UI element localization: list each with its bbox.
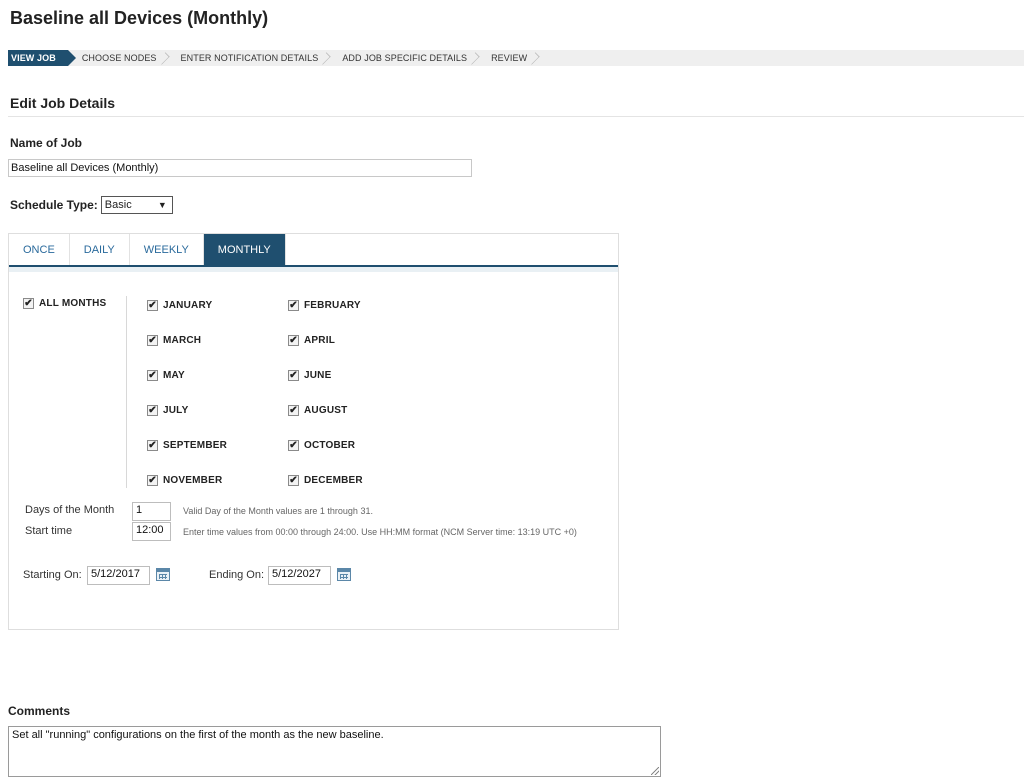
calendar-icon[interactable] [156, 568, 170, 581]
all-months-option[interactable]: ✔ ALL MONTHS [23, 298, 106, 309]
month-label: JUNE [304, 370, 332, 381]
month-label: DECEMBER [304, 475, 363, 486]
resize-grip-icon[interactable] [651, 767, 659, 775]
tab-once[interactable]: ONCE [9, 234, 70, 265]
days-of-month-label: Days of the Month [25, 504, 115, 516]
schedule-panel: ONCE DAILY WEEKLY MONTHLY ✔ ALL MONTHS ✔… [8, 233, 619, 630]
month-label: SEPTEMBER [163, 440, 228, 451]
calendar-icon[interactable] [337, 568, 351, 581]
month-checkbox[interactable]: ✔ [288, 300, 299, 311]
months-divider [126, 296, 127, 488]
month-checkbox[interactable]: ✔ [288, 370, 299, 381]
month-march[interactable]: ✔ MARCH [147, 335, 201, 346]
schedule-tabs: ONCE DAILY WEEKLY MONTHLY [9, 234, 618, 267]
month-september[interactable]: ✔ SEPTEMBER [147, 440, 227, 451]
wizard-step-choose-nodes[interactable]: CHOOSE NODES [72, 50, 171, 66]
month-label: AUGUST [304, 405, 348, 416]
month-december[interactable]: ✔ DECEMBER [288, 475, 363, 486]
month-january[interactable]: ✔ JANUARY [147, 300, 212, 311]
wizard-breadcrumb: VIEW JOB CHOOSE NODES ENTER NOTIFICATION… [8, 50, 1024, 66]
comments-textarea[interactable]: Set all "running" configurations on the … [8, 726, 661, 777]
month-label: JANUARY [163, 300, 213, 311]
tab-daily[interactable]: DAILY [70, 234, 130, 265]
ending-on-input[interactable]: 5/12/2027 [268, 566, 331, 585]
month-february[interactable]: ✔ FEBRUARY [288, 300, 361, 311]
job-name-label: Name of Job [10, 136, 83, 150]
tab-strip [9, 267, 618, 272]
month-label: MAY [163, 370, 185, 381]
month-june[interactable]: ✔ JUNE [288, 370, 331, 381]
schedule-type-label: Schedule Type: [10, 198, 98, 212]
days-of-month-hint: Valid Day of the Month values are 1 thro… [183, 506, 373, 516]
ending-on-label: Ending On: [209, 569, 265, 581]
section-divider [8, 116, 1024, 117]
tab-weekly[interactable]: WEEKLY [130, 234, 204, 265]
month-label: OCTOBER [304, 440, 356, 451]
job-name-input[interactable] [8, 159, 472, 177]
wizard-step-review[interactable]: REVIEW [481, 50, 541, 66]
month-july[interactable]: ✔ JULY [147, 405, 188, 416]
chevron-down-icon: ▼ [157, 200, 167, 210]
month-checkbox[interactable]: ✔ [288, 440, 299, 451]
starting-on-label: Starting On: [23, 569, 82, 581]
month-checkbox[interactable]: ✔ [147, 300, 158, 311]
month-may[interactable]: ✔ MAY [147, 370, 185, 381]
starting-on-input[interactable]: 5/12/2017 [87, 566, 150, 585]
start-time-label: Start time [25, 525, 73, 537]
month-october[interactable]: ✔ OCTOBER [288, 440, 355, 451]
section-title: Edit Job Details [10, 95, 116, 111]
month-checkbox[interactable]: ✔ [147, 370, 158, 381]
start-time-input[interactable]: 12:00 [132, 522, 171, 541]
month-august[interactable]: ✔ AUGUST [288, 405, 347, 416]
schedule-type-row: Schedule Type: Basic ▼ [10, 196, 173, 214]
month-checkbox[interactable]: ✔ [288, 475, 299, 486]
month-april[interactable]: ✔ APRIL [288, 335, 335, 346]
month-checkbox[interactable]: ✔ [147, 475, 158, 486]
month-checkbox[interactable]: ✔ [288, 335, 299, 346]
month-label: MARCH [163, 335, 202, 346]
all-months-checkbox[interactable]: ✔ [23, 298, 34, 309]
month-label: APRIL [304, 335, 335, 346]
schedule-type-select[interactable]: Basic ▼ [100, 196, 173, 214]
wizard-step-notification-details[interactable]: ENTER NOTIFICATION DETAILS [171, 50, 333, 66]
start-time-hint: Enter time values from 00:00 through 24:… [183, 527, 577, 537]
comments-label: Comments [8, 704, 71, 718]
wizard-step-view-job[interactable]: VIEW JOB [8, 50, 76, 66]
month-checkbox[interactable]: ✔ [147, 335, 158, 346]
month-label: NOVEMBER [163, 475, 223, 486]
tab-monthly[interactable]: MONTHLY [203, 234, 286, 265]
comments-text: Set all "running" configurations on the … [12, 729, 384, 741]
wizard-step-job-specific-details[interactable]: ADD JOB SPECIFIC DETAILS [332, 50, 481, 66]
month-checkbox[interactable]: ✔ [147, 405, 158, 416]
schedule-type-value: Basic [104, 199, 132, 211]
month-checkbox[interactable]: ✔ [288, 405, 299, 416]
month-checkbox[interactable]: ✔ [147, 440, 158, 451]
month-november[interactable]: ✔ NOVEMBER [147, 475, 222, 486]
month-label: FEBRUARY [304, 300, 361, 311]
page-title: Baseline all Devices (Monthly) [10, 8, 269, 28]
month-label: JULY [163, 405, 189, 416]
days-of-month-input[interactable]: 1 [132, 502, 171, 521]
all-months-label: ALL MONTHS [39, 298, 107, 309]
